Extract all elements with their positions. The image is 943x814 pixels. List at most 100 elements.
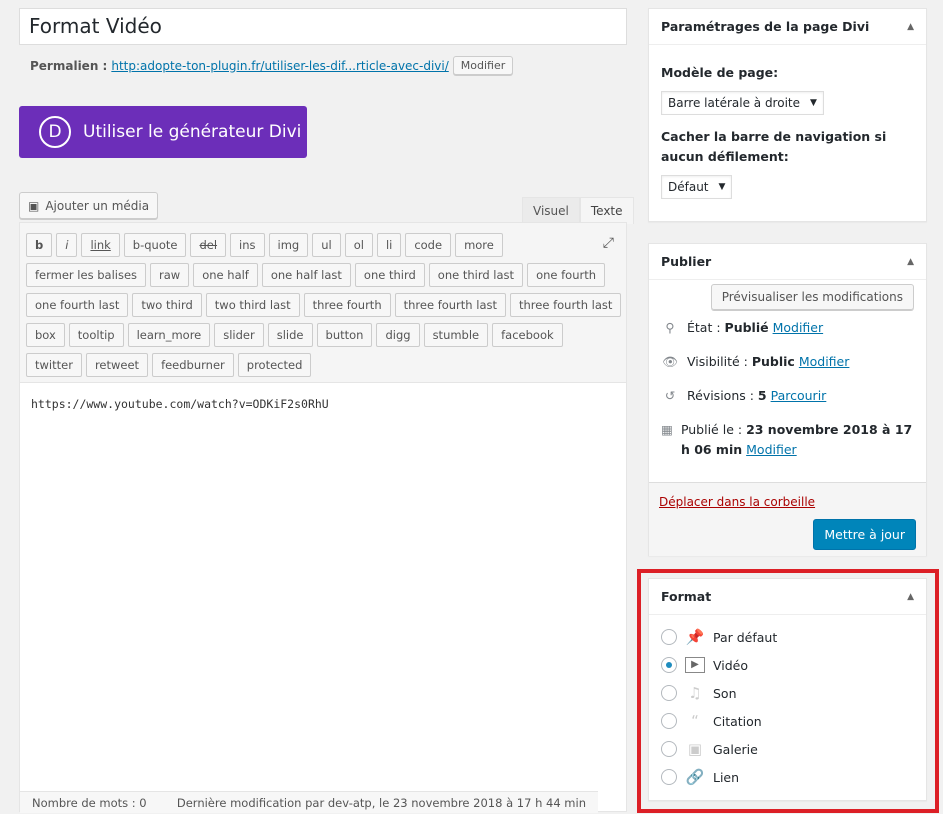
format-radio[interactable] bbox=[661, 629, 677, 645]
status-bar: Nombre de mots : 0 Dernière modification… bbox=[20, 791, 598, 813]
browse-revisions-link[interactable]: Parcourir bbox=[771, 388, 827, 403]
format-option[interactable]: 📌 Par défaut bbox=[661, 623, 914, 651]
quicktags-row: b i link b-quote del ins img ul ol li code more bbox=[26, 233, 626, 257]
tab-visual[interactable]: Visuel bbox=[522, 197, 580, 224]
format-radio[interactable] bbox=[661, 685, 677, 701]
pin-icon: 📌 bbox=[685, 628, 705, 646]
quicktag-i[interactable]: i bbox=[56, 233, 78, 257]
quicktag-twitter[interactable]: twitter bbox=[26, 353, 82, 377]
format-option[interactable]: ▶ Vidéo bbox=[661, 651, 914, 679]
hide-nav-label: Cacher la barre de navigation si aucun d… bbox=[661, 129, 887, 164]
quicktag-box[interactable]: box bbox=[26, 323, 65, 347]
panel-title: Format bbox=[661, 589, 712, 604]
visibility-label: Visibilité : bbox=[687, 354, 748, 369]
content-textarea[interactable]: https://www.youtube.com/watch?v=ODKiF2s0… bbox=[20, 383, 626, 791]
hide-nav-value: Défaut bbox=[668, 180, 709, 194]
format-label: Vidéo bbox=[713, 657, 749, 673]
quicktag-one-half[interactable]: one half bbox=[193, 263, 258, 287]
format-label: Lien bbox=[713, 769, 740, 785]
quicktag-slide[interactable]: slide bbox=[267, 323, 313, 347]
chevron-down-icon: ▼ bbox=[718, 182, 726, 192]
permalink-link[interactable]: http:adopte-ton-plugin.fr/utiliser-les-d… bbox=[111, 59, 448, 73]
quicktag-three-fourth-last[interactable]: three fourth last bbox=[394, 293, 506, 317]
music-icon: ♫ bbox=[688, 684, 702, 702]
revisions-label: Révisions : bbox=[687, 388, 754, 403]
add-media-button[interactable]: ▣ Ajouter un média bbox=[19, 192, 159, 219]
collapse-icon[interactable]: ▲ bbox=[907, 257, 914, 267]
quicktag-three-fourth[interactable]: three fourth bbox=[303, 293, 391, 317]
link-icon: 🔗 bbox=[685, 768, 705, 786]
tab-text[interactable]: Texte bbox=[579, 197, 634, 224]
format-option[interactable]: “ Citation bbox=[661, 707, 914, 735]
quicktag-ins[interactable]: ins bbox=[230, 233, 265, 257]
format-label: Son bbox=[713, 685, 737, 701]
template-select[interactable]: Barre latérale à droite ▼ bbox=[661, 91, 824, 115]
quicktag-code[interactable]: code bbox=[405, 233, 452, 257]
quicktag-two-third[interactable]: two third bbox=[132, 293, 202, 317]
quicktag-one-fourth-last[interactable]: one fourth last bbox=[26, 293, 129, 317]
quicktag-slider[interactable]: slider bbox=[214, 323, 264, 347]
template-label: Modèle de page: bbox=[661, 65, 779, 80]
quicktags-row: box tooltip learn_more slider slide button dig… bbox=[26, 323, 626, 347]
edit-state-link[interactable]: Modifier bbox=[773, 320, 824, 335]
update-button[interactable]: Mettre à jour bbox=[813, 519, 916, 550]
quicktag-more[interactable]: more bbox=[455, 233, 503, 257]
hide-nav-select[interactable]: Défaut ▼ bbox=[661, 175, 733, 199]
edit-date-link[interactable]: Modifier bbox=[746, 442, 797, 457]
format-label: Citation bbox=[713, 713, 762, 729]
quicktag-one-third-last[interactable]: one third last bbox=[428, 263, 524, 287]
fullscreen-icon[interactable]: ⤢ bbox=[603, 235, 614, 251]
quicktag-raw[interactable]: raw bbox=[150, 263, 190, 287]
permalink: Permalien : http:adopte-ton-plugin.fr/ut… bbox=[30, 56, 514, 75]
format-option[interactable]: ♫ Son bbox=[661, 679, 914, 707]
video-icon: ▶ bbox=[685, 657, 705, 673]
quicktag-ul[interactable]: ul bbox=[312, 233, 341, 257]
quicktag-learn-more[interactable]: learn_more bbox=[127, 323, 211, 347]
quicktag-one-third[interactable]: one third bbox=[354, 263, 425, 287]
format-option[interactable]: ▣ Galerie bbox=[661, 735, 914, 763]
format-radio[interactable] bbox=[661, 741, 677, 757]
format-label: Par défaut bbox=[713, 629, 778, 645]
edit-permalink-button[interactable]: Modifier bbox=[452, 56, 514, 75]
preview-button[interactable]: Prévisualiser les modifications bbox=[710, 284, 914, 310]
format-radio[interactable] bbox=[661, 713, 677, 729]
quicktag-one-half-last[interactable]: one half last bbox=[261, 263, 351, 287]
publish-panel: Publier ▲ Prévisualiser les modifications… bbox=[648, 243, 927, 556]
quicktag-tooltip[interactable]: tooltip bbox=[68, 323, 124, 347]
format-option[interactable]: 🔗 Lien bbox=[661, 763, 914, 791]
template-value: Barre latérale à droite bbox=[668, 96, 800, 110]
quicktag-facebook[interactable]: facebook bbox=[492, 323, 563, 347]
post-title-input[interactable]: Format Vidéo bbox=[19, 8, 627, 45]
quicktag-fermer-les-balises[interactable]: fermer les balises bbox=[26, 263, 147, 287]
gallery-icon: ▣ bbox=[687, 740, 703, 758]
quicktag-feedburner[interactable]: feedburner bbox=[152, 353, 234, 377]
trash-link[interactable]: Déplacer dans la corbeille bbox=[659, 495, 815, 509]
word-count: Nombre de mots : 0 bbox=[32, 795, 147, 810]
quicktag-del[interactable]: del bbox=[190, 233, 227, 257]
divi-builder-button[interactable]: D Utiliser le générateur Divi bbox=[19, 106, 307, 158]
quicktag-protected[interactable]: protected bbox=[237, 353, 312, 377]
format-radio[interactable] bbox=[661, 657, 677, 673]
edit-visibility-link[interactable]: Modifier bbox=[799, 354, 850, 369]
format-label: Galerie bbox=[713, 741, 758, 757]
quicktag-button[interactable]: button bbox=[316, 323, 373, 347]
quicktag-ol[interactable]: ol bbox=[344, 233, 373, 257]
collapse-icon[interactable]: ▲ bbox=[907, 592, 914, 602]
state-value: Publié bbox=[724, 320, 769, 335]
quicktag-one-fourth[interactable]: one fourth bbox=[527, 263, 606, 287]
revisions-value: 5 bbox=[757, 388, 767, 403]
chevron-down-icon: ▼ bbox=[810, 98, 817, 108]
quicktag-link[interactable]: link bbox=[81, 233, 120, 257]
quicktag-three-fourth-last[interactable]: three fourth last bbox=[510, 293, 622, 317]
quicktag-img[interactable]: img bbox=[268, 233, 309, 257]
quicktag-two-third-last[interactable]: two third last bbox=[205, 293, 300, 317]
quicktag-digg[interactable]: digg bbox=[376, 323, 420, 347]
quicktag-li[interactable]: li bbox=[376, 233, 402, 257]
format-radio[interactable] bbox=[661, 769, 677, 785]
panel-title: Paramétrages de la page Divi bbox=[661, 19, 870, 34]
collapse-icon[interactable]: ▲ bbox=[907, 22, 914, 32]
quicktag-retweet[interactable]: retweet bbox=[85, 353, 149, 377]
quicktag-b[interactable]: b bbox=[26, 233, 53, 257]
quicktag-b-quote[interactable]: b-quote bbox=[123, 233, 187, 257]
quicktag-stumble[interactable]: stumble bbox=[423, 323, 489, 347]
